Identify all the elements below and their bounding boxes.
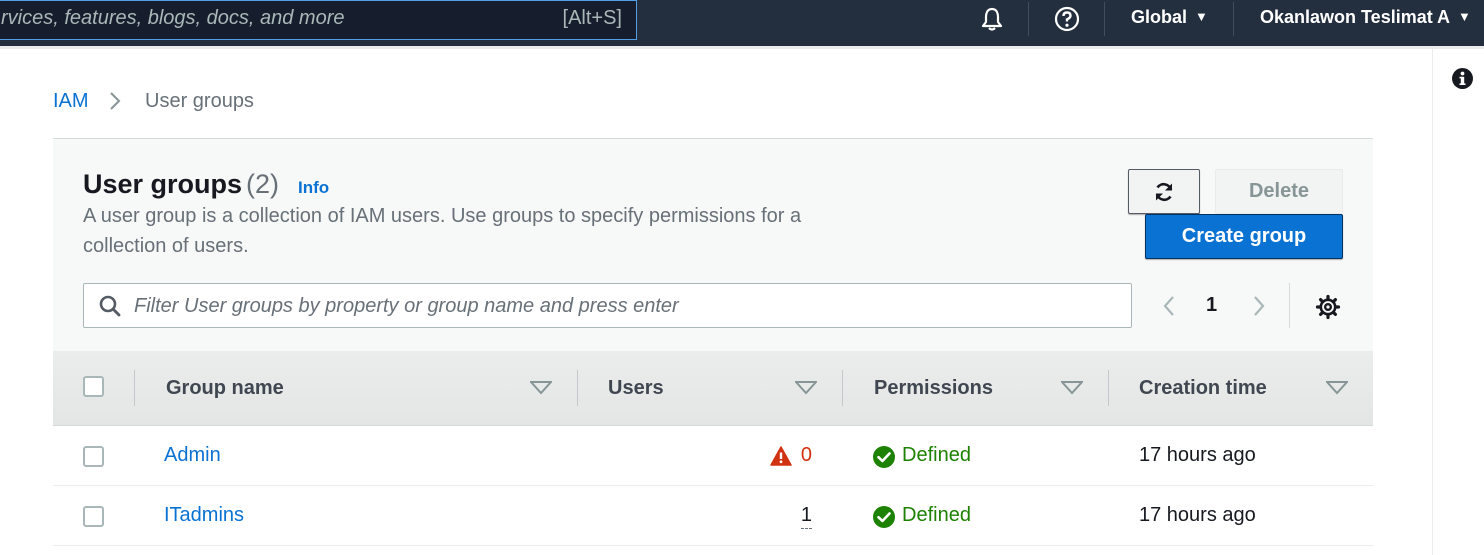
account-name: Okanlawon Teslimat A: [1260, 7, 1451, 27]
permissions-status: Defined: [902, 444, 971, 466]
user-count[interactable]: 1: [800, 504, 812, 529]
row-checkbox[interactable]: [83, 446, 104, 467]
search-icon: [99, 295, 121, 317]
info-link[interactable]: Info: [298, 178, 329, 198]
user-count: 0: [800, 444, 812, 466]
settings-gear-icon[interactable]: [1315, 294, 1341, 320]
nav-divider: [1028, 2, 1029, 36]
refresh-icon: [1155, 182, 1173, 202]
filter-input[interactable]: [134, 290, 1114, 322]
sort-caret-icon[interactable]: [1061, 381, 1083, 395]
chevron-right-icon[interactable]: [1250, 294, 1268, 318]
region-label: Global: [1131, 7, 1188, 27]
chevron-right-icon: [110, 92, 121, 110]
group-name-link[interactable]: ITadmins: [164, 504, 244, 527]
select-all-checkbox[interactable]: [83, 376, 104, 397]
column-divider: [1108, 370, 1109, 406]
column-header-creation-time[interactable]: Creation time: [1139, 377, 1267, 400]
filter-bar[interactable]: [83, 283, 1132, 328]
pagination-divider: [1289, 283, 1290, 328]
user-groups-table-container: User groups (2) Info A user group is a co…: [53, 139, 1373, 555]
check-circle-icon: [873, 446, 895, 468]
group-name-link[interactable]: Admin: [164, 444, 221, 467]
refresh-button[interactable]: [1128, 169, 1200, 214]
group-count: (2): [246, 169, 280, 199]
top-navigation-bar: rvices, features, blogs, docs, and more …: [0, 0, 1484, 46]
column-divider: [134, 370, 135, 406]
help-icon[interactable]: [1054, 6, 1080, 32]
table-row: ITadmins 1 Defined 17 hours ago: [53, 486, 1373, 546]
creation-time: 17 hours ago: [1139, 504, 1256, 526]
check-circle-icon: [873, 506, 895, 528]
global-search-bar[interactable]: rvices, features, blogs, docs, and more …: [0, 0, 637, 40]
delete-button[interactable]: Delete: [1215, 169, 1343, 214]
creation-time: 17 hours ago: [1139, 444, 1256, 466]
info-icon[interactable]: [1452, 68, 1473, 89]
breadcrumb-current: User groups: [145, 90, 254, 112]
caret-down-icon: ▼: [1458, 9, 1471, 24]
search-shortcut-hint: [Alt+S]: [562, 7, 622, 29]
create-group-button[interactable]: Create group: [1145, 214, 1343, 259]
table-header-row: Group name Users Permissions Creation ti…: [53, 352, 1373, 426]
sort-caret-icon[interactable]: [795, 381, 817, 395]
sort-caret-icon[interactable]: [530, 381, 552, 395]
column-divider: [842, 370, 843, 406]
column-divider: [577, 370, 578, 406]
nav-divider: [1104, 2, 1105, 36]
nav-divider: [1233, 2, 1234, 36]
caret-down-icon: ▼: [1195, 9, 1208, 24]
chevron-left-icon[interactable]: [1160, 294, 1178, 318]
column-header-group-name[interactable]: Group name: [166, 377, 284, 400]
account-menu[interactable]: Okanlawon Teslimat A ▼: [1260, 7, 1471, 28]
nav-bottom-border: [0, 46, 1484, 49]
breadcrumb-iam-link[interactable]: IAM: [53, 90, 89, 113]
column-header-users[interactable]: Users: [608, 377, 664, 400]
table-row: Admin 0 Defined 17 hours ago: [53, 426, 1373, 486]
warning-triangle-icon: [770, 446, 792, 466]
page-number[interactable]: 1: [1206, 294, 1217, 317]
page-description: A user group is a collection of IAM user…: [83, 205, 802, 257]
tools-panel-divider: [1432, 49, 1433, 555]
row-checkbox[interactable]: [83, 506, 104, 527]
column-header-permissions[interactable]: Permissions: [874, 377, 993, 400]
page-title-text: User groups: [83, 169, 243, 199]
page-title: User groups (2): [83, 169, 279, 200]
sort-caret-icon[interactable]: [1326, 381, 1348, 395]
search-placeholder: rvices, features, blogs, docs, and more: [1, 7, 345, 29]
permissions-status: Defined: [902, 504, 971, 526]
bell-icon[interactable]: [979, 6, 1005, 32]
region-selector[interactable]: Global ▼: [1131, 7, 1208, 28]
